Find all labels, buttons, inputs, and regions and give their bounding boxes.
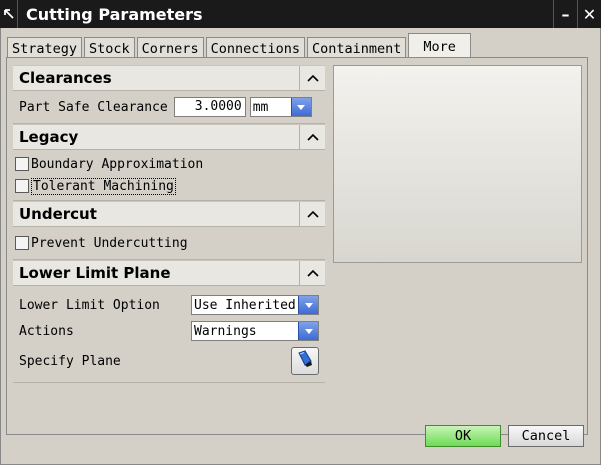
tab-panel-more: Clearances Part Safe Clearance 3.0000 mm (6, 57, 588, 435)
chevron-down-icon[interactable] (298, 322, 318, 340)
undercut-body: Prevent Undercutting (13, 227, 325, 260)
ok-button[interactable]: OK (425, 425, 501, 447)
prevent-undercutting-checkbox[interactable] (15, 236, 29, 250)
clearances-header[interactable]: Clearances (13, 65, 325, 91)
dialog-body: Strategy Stock Corners Connections Conta… (0, 28, 601, 465)
minimize-button[interactable]: – (553, 0, 577, 28)
lower-limit-option-value: Use Inherited (194, 297, 296, 313)
tab-corners[interactable]: Corners (136, 37, 204, 59)
tab-containment[interactable]: Containment (306, 37, 407, 59)
tab-stock[interactable]: Stock (84, 37, 135, 59)
tab-connections[interactable]: Connections (205, 37, 305, 59)
legacy-body: Boundary Approximation Tolerant Machinin… (13, 150, 325, 201)
tab-strip: Strategy Stock Corners Connections Conta… (7, 33, 473, 59)
close-button[interactable]: ✕ (577, 0, 601, 28)
boundary-approximation-label: Boundary Approximation (31, 156, 204, 172)
unit-select[interactable]: mm (249, 97, 312, 117)
chevron-up-icon[interactable] (299, 261, 325, 285)
specify-plane-button[interactable] (291, 347, 319, 375)
lower-limit-plane-title: Lower Limit Plane (19, 264, 171, 282)
title-bar: Cutting Parameters – ✕ (0, 0, 601, 28)
undercut-header[interactable]: Undercut (13, 201, 325, 227)
window-title: Cutting Parameters (26, 4, 203, 24)
tolerant-machining-label: Tolerant Machining (31, 177, 176, 195)
tolerant-machining-checkbox[interactable] (15, 179, 29, 193)
preview-panel (333, 65, 582, 263)
clearances-title: Clearances (19, 69, 112, 87)
actions-value: Warnings (194, 323, 257, 339)
prevent-undercutting-label: Prevent Undercutting (31, 235, 188, 251)
legacy-header[interactable]: Legacy (13, 124, 325, 150)
chevron-down-icon[interactable] (290, 98, 311, 116)
lower-limit-plane-header[interactable]: Lower Limit Plane (13, 260, 325, 286)
undercut-title: Undercut (19, 205, 97, 223)
actions-select[interactable]: Warnings (191, 321, 319, 341)
lower-limit-option-select[interactable]: Use Inherited (191, 295, 319, 315)
chevron-up-icon[interactable] (299, 125, 325, 149)
chevron-up-icon[interactable] (299, 66, 325, 90)
legacy-title: Legacy (19, 128, 79, 146)
chevron-up-icon[interactable] (299, 202, 325, 226)
lower-limit-option-label: Lower Limit Option (19, 297, 160, 313)
tab-strategy[interactable]: Strategy (7, 37, 83, 59)
cancel-button[interactable]: Cancel (508, 425, 584, 447)
clearances-body: Part Safe Clearance 3.0000 mm (13, 91, 325, 124)
unit-select-value: mm (252, 99, 269, 115)
lower-limit-plane-body: Lower Limit Option Use Inherited Actions… (13, 286, 325, 383)
part-safe-clearance-input[interactable]: 3.0000 (173, 97, 246, 117)
app-menu-icon[interactable] (0, 0, 18, 28)
tab-more[interactable]: More (408, 33, 471, 59)
part-safe-clearance-label: Part Safe Clearance (19, 99, 168, 115)
specify-plane-label: Specify Plane (19, 353, 121, 369)
actions-label: Actions (19, 323, 74, 339)
flashlight-icon (295, 349, 315, 373)
options-column: Clearances Part Safe Clearance 3.0000 mm (13, 65, 325, 383)
boundary-approximation-checkbox[interactable] (15, 157, 29, 171)
chevron-down-icon[interactable] (298, 296, 318, 314)
